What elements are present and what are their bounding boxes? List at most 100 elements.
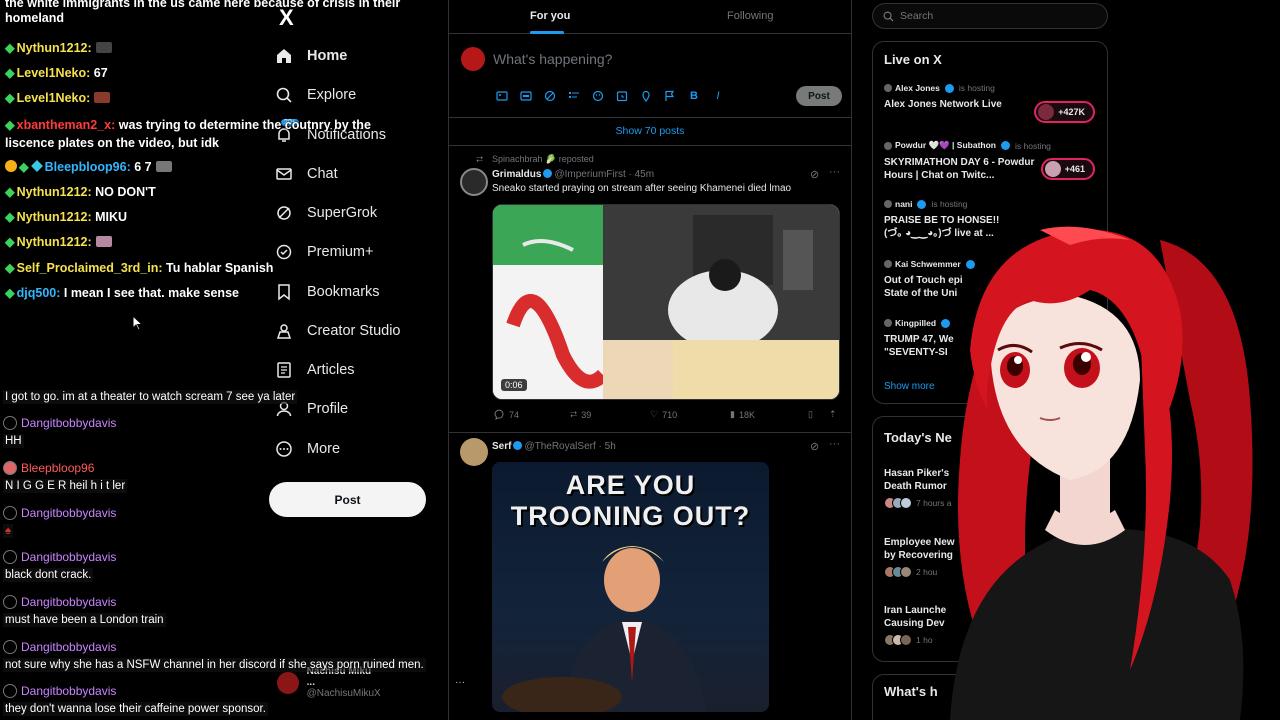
repost-icon: ⮂ (476, 154, 484, 164)
live-title: Live on X (884, 52, 942, 67)
nav-label: Chat (307, 166, 338, 182)
share-icon[interactable]: ⇡ (829, 409, 837, 420)
bookmark-icon[interactable]: ▯ (808, 409, 813, 420)
live-stream-title: SKYRIMATHON DAY 6 - Powdur Hours | Chat … (884, 157, 1035, 181)
composer-input[interactable]: What's happening? (493, 51, 612, 67)
chat-message-partial: the white immigrants in the us came here… (5, 0, 401, 25)
reply-icon (494, 409, 504, 420)
chat-username: Dangitbobbydavis (21, 506, 117, 520)
emote-icon (95, 42, 112, 53)
search-input[interactable]: Search (872, 3, 1108, 29)
location-icon[interactable] (639, 89, 653, 103)
avatar (3, 506, 17, 520)
verified-icon (1000, 141, 1010, 150)
chat-username: djq500: (16, 286, 61, 300)
search-placeholder: Search (900, 10, 934, 22)
views-button[interactable]: ▮ 18K (730, 409, 755, 420)
tweet-avatar[interactable] (460, 168, 488, 196)
composer-post-button[interactable]: Post (796, 86, 842, 106)
more-icon[interactable]: ··· (829, 438, 840, 450)
tweet-video[interactable]: 0:06 (492, 204, 840, 400)
nav-label: SuperGrok (307, 205, 378, 221)
avatar (3, 640, 17, 654)
bold-icon[interactable]: B (687, 89, 701, 103)
reposted-by[interactable]: Spinachbrah 🥬 reposted (492, 154, 594, 165)
video-duration: 0:06 (501, 379, 527, 391)
poll-icon[interactable] (567, 89, 581, 103)
verified-icon (917, 199, 927, 209)
chat-user: Dangitbobbydavis (3, 684, 116, 698)
image-icon[interactable] (495, 89, 509, 103)
flag-icon[interactable] (663, 89, 677, 103)
emoji-icon[interactable] (591, 89, 605, 103)
chat-text: black dont crack. (3, 568, 94, 582)
listener-avatar (1038, 104, 1055, 120)
show-more-link[interactable]: Show more (884, 381, 935, 392)
chat-username: Level1Neko: (16, 91, 91, 105)
chat-text: I got to go. im at a theater to watch sc… (3, 390, 298, 404)
diamond-icon: ◆ (5, 66, 15, 80)
emote-icon (155, 161, 172, 172)
account-handle: @NachisuMikuX (306, 688, 381, 699)
italic-icon[interactable]: I (711, 89, 725, 103)
verified-icon (513, 441, 523, 450)
grok-icon[interactable] (543, 89, 557, 103)
chat-text: 6 7 (134, 160, 152, 174)
live-count: +461 (1064, 164, 1085, 174)
composer-toolbar: B I (495, 89, 725, 103)
chat-username: Level1Neko: (16, 66, 91, 80)
faces (884, 566, 912, 578)
like-button[interactable]: ♡ 710 (650, 409, 677, 420)
grok-icon[interactable]: ⊘ (810, 168, 819, 181)
live-host: nani (895, 199, 913, 209)
show-new-posts-link[interactable]: Show 70 posts (449, 125, 851, 137)
nav-label: Creator Studio (307, 323, 401, 339)
repost-count: 39 (581, 409, 592, 420)
chat-username: Bleepbloop96 (21, 461, 95, 475)
tweet-avatar[interactable] (460, 438, 488, 466)
chat-message: ◆ Level1Neko: (5, 90, 111, 105)
tweet-image[interactable]: ARE YOU TROONING OUT? (492, 462, 769, 712)
host-avatar (884, 260, 892, 268)
more-icon[interactable]: ··· (455, 677, 465, 688)
live-status: is hosting (1014, 140, 1051, 151)
diamond-icon: ◆ (5, 41, 15, 55)
like-count: 710 (662, 409, 678, 420)
tweet-author-name[interactable]: Grimaldus (492, 169, 541, 180)
more-icon[interactable]: ··· (829, 166, 840, 178)
tweet-author-name[interactable]: Serf (492, 441, 511, 452)
live-listener-pill[interactable]: +461 (1040, 158, 1095, 180)
repost-button[interactable]: ⮂ 39 (570, 409, 591, 420)
vtuber-avatar (930, 200, 1280, 720)
chat-username: Nythun1212: (16, 185, 92, 199)
divider (449, 117, 851, 118)
nav-label: Articles (307, 362, 355, 378)
reply-button[interactable]: 74 (494, 409, 519, 420)
view-count: 18K (738, 409, 755, 420)
chat-message: ◆ Self_Proclaimed_3rd_in: Tu hablar Spani… (5, 260, 273, 275)
live-host: Alex Jones (895, 83, 940, 93)
diamond-icon: ◆ (5, 185, 15, 199)
chat-text: Tu hablar Spanish (166, 261, 274, 275)
gif-icon[interactable] (519, 89, 533, 103)
tab-for-you[interactable]: For you (530, 10, 570, 22)
live-listener-pill[interactable]: +427K (1034, 101, 1095, 123)
diamond-icon: ◆ (5, 286, 15, 300)
chat-username: Self_Proclaimed_3rd_in: (16, 261, 163, 275)
tweet-time[interactable]: · 5h (599, 441, 616, 452)
composer-avatar (461, 47, 485, 71)
nav-label: Home (307, 48, 348, 64)
tweet-handle[interactable]: @ImperiumFirst (554, 169, 625, 180)
grok-icon[interactable]: ⊘ (810, 440, 819, 453)
tweet-time[interactable]: · 45m (629, 169, 655, 180)
host-avatar (884, 200, 892, 208)
schedule-icon[interactable] (615, 89, 629, 103)
chat-username: Dangitbobbydavis (21, 640, 117, 654)
stream-chat-overlay: the white immigrants in the us came here… (0, 0, 400, 720)
chat-text: HH (3, 434, 24, 448)
verified-icon (543, 169, 553, 178)
search-icon (883, 11, 894, 22)
mouse-cursor (132, 314, 144, 336)
tab-following[interactable]: Following (727, 10, 773, 22)
tweet-handle[interactable]: @TheRoyalSerf (524, 441, 595, 452)
